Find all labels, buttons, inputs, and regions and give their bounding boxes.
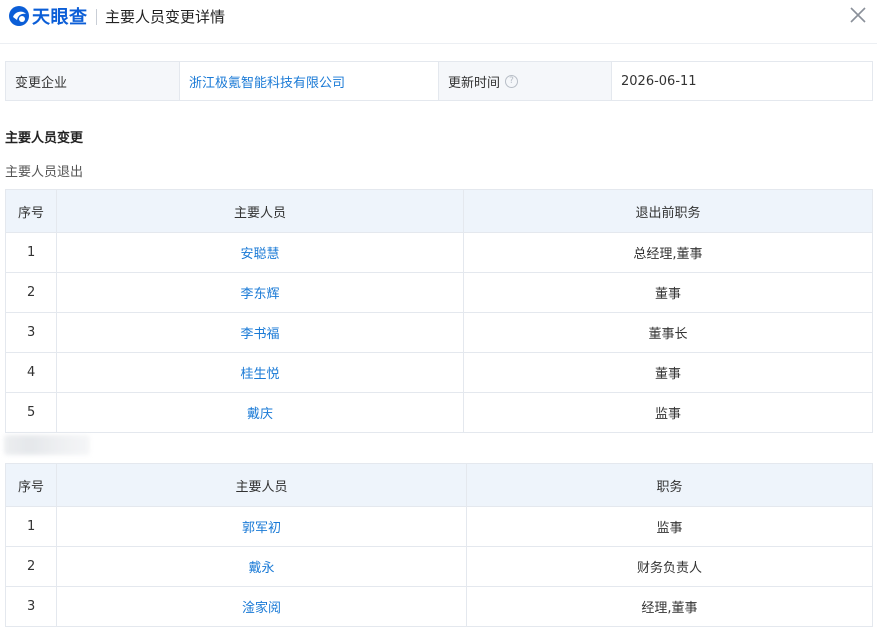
row-index: 2 [5, 546, 57, 587]
table-header-row: 序号 主要人员 退出前职务 [5, 189, 873, 233]
person-link[interactable]: 安聪慧 [56, 232, 464, 273]
person-link[interactable]: 戴庆 [56, 392, 464, 433]
exit-subtitle: 主要人员退出 [5, 165, 84, 180]
change-info-row: 变更企业 浙江极氪智能科技有限公司 更新时间 ? 2026-06-11 [5, 61, 873, 101]
dialog-header: 天眼查 主要人员变更详情 [0, 0, 877, 44]
role-cell: 财务负责人 [466, 546, 873, 587]
role-cell: 经理,董事 [466, 586, 873, 627]
logo-text: 天眼查 [32, 7, 88, 28]
personnel-exit-table: 序号 主要人员 退出前职务 1 安聪慧 总经理,董事 2 李东辉 董事 3 李书… [5, 189, 873, 433]
question-circle-icon[interactable]: ? [505, 74, 519, 88]
table-row: 2 李东辉 董事 [5, 272, 873, 313]
table-row: 5 戴庆 监事 [5, 392, 873, 433]
update-time-label: 更新时间 [448, 75, 501, 91]
role-cell: 董事 [463, 352, 873, 393]
tianyancha-logo[interactable]: 天眼查 [8, 5, 88, 28]
role-cell: 监事 [463, 392, 873, 433]
header-divider [96, 9, 97, 25]
table-row: 1 安聪慧 总经理,董事 [5, 232, 873, 273]
company-link[interactable]: 浙江极氪智能科技有限公司 [180, 62, 439, 100]
person-link[interactable]: 淦家阅 [56, 586, 467, 627]
row-index: 3 [5, 312, 57, 353]
table-row: 2 戴永 财务负责人 [5, 546, 873, 587]
update-time-label-cell: 更新时间 ? [439, 62, 612, 100]
col-role: 退出前职务 [463, 189, 873, 233]
section-title: 主要人员变更 [5, 131, 84, 146]
person-link[interactable]: 李东辉 [56, 272, 464, 313]
row-index: 5 [5, 392, 57, 433]
close-icon[interactable] [847, 4, 869, 26]
table-row: 4 桂生悦 董事 [5, 352, 873, 393]
col-index: 序号 [5, 463, 57, 507]
col-person: 主要人员 [56, 463, 467, 507]
person-link[interactable]: 李书福 [56, 312, 464, 353]
person-link[interactable]: 桂生悦 [56, 352, 464, 393]
company-label: 变更企业 [6, 62, 180, 100]
blurred-subtitle [4, 435, 90, 455]
table-row: 1 郭军初 监事 [5, 506, 873, 547]
col-role: 职务 [466, 463, 873, 507]
role-cell: 董事 [463, 272, 873, 313]
tianyancha-logo-icon [9, 6, 29, 26]
role-cell: 监事 [466, 506, 873, 547]
row-index: 3 [5, 586, 57, 627]
row-index: 4 [5, 352, 57, 393]
role-cell: 董事长 [463, 312, 873, 353]
row-index: 1 [5, 506, 57, 547]
update-time-value: 2026-06-11 [621, 73, 697, 89]
dialog-title: 主要人员变更详情 [105, 8, 226, 26]
person-link[interactable]: 戴永 [56, 546, 467, 587]
table-row: 3 李书福 董事长 [5, 312, 873, 353]
table-row: 3 淦家阅 经理,董事 [5, 586, 873, 627]
personnel-enter-table: 序号 主要人员 职务 1 郭军初 监事 2 戴永 财务负责人 3 淦家阅 经理,… [5, 463, 873, 627]
person-link[interactable]: 郭军初 [56, 506, 467, 547]
role-cell: 总经理,董事 [463, 232, 873, 273]
row-index: 2 [5, 272, 57, 313]
col-person: 主要人员 [56, 189, 464, 233]
row-index: 1 [5, 232, 57, 273]
table-header-row: 序号 主要人员 职务 [5, 463, 873, 507]
col-index: 序号 [5, 189, 57, 233]
